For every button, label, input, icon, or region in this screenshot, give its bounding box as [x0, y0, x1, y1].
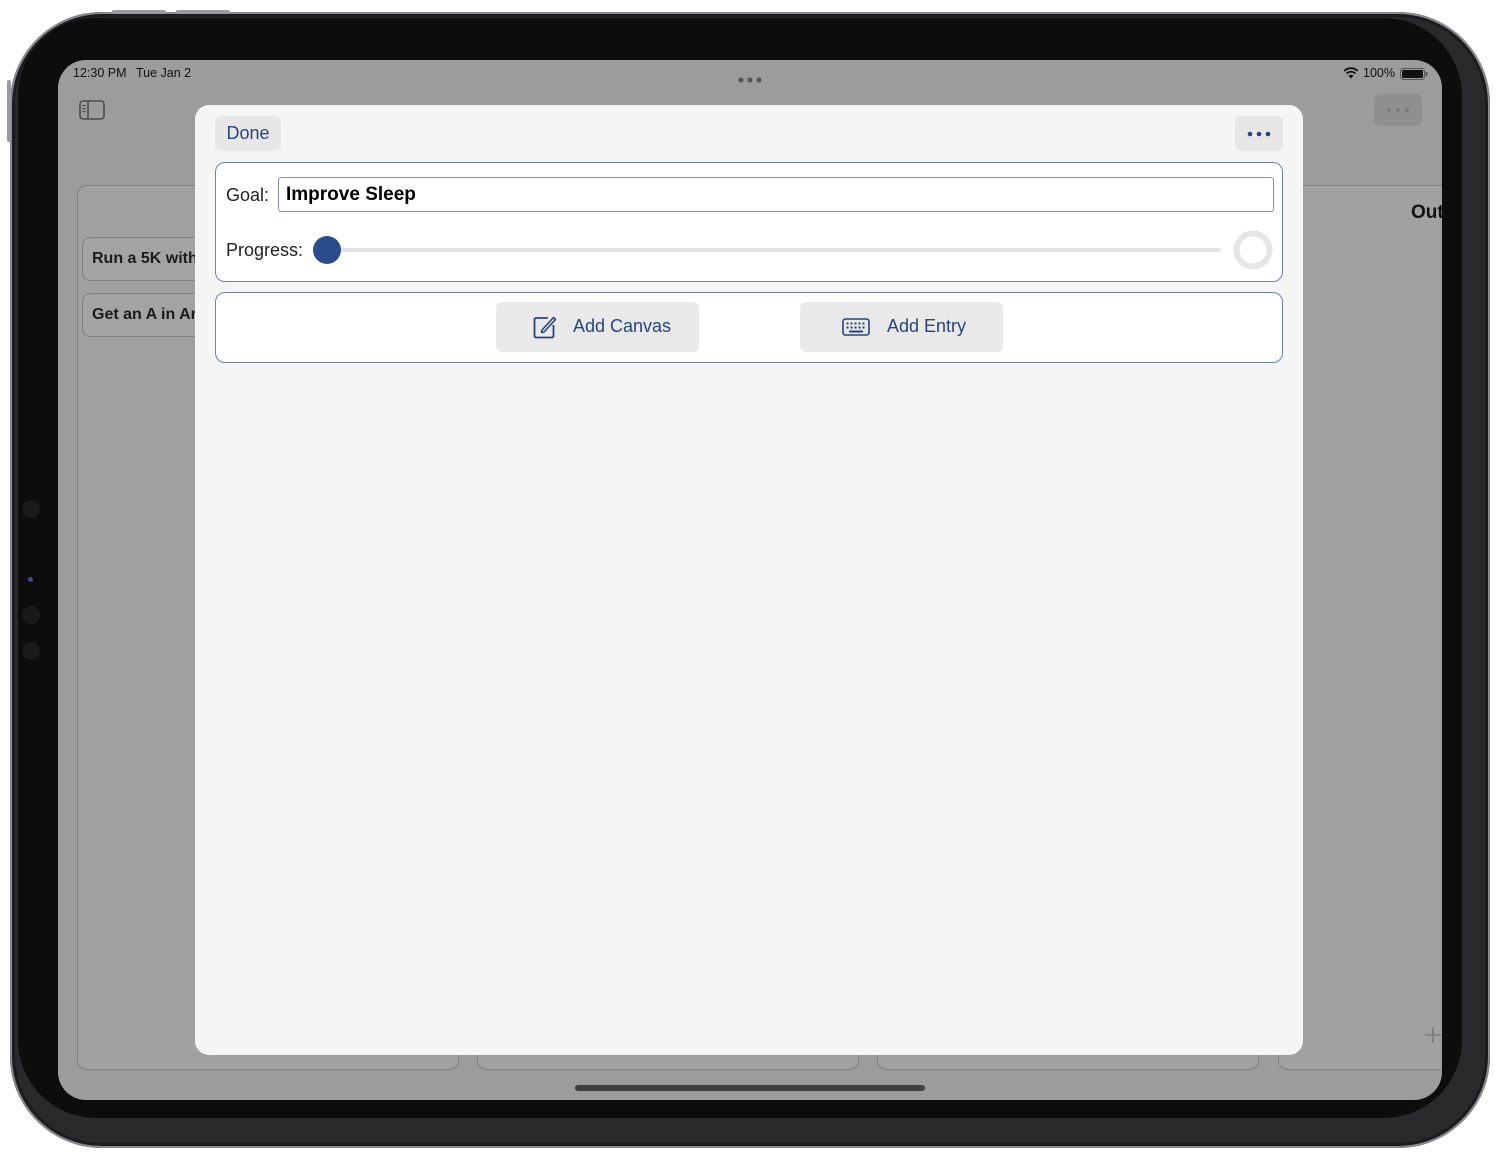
- column-heading: Out: [1411, 202, 1442, 223]
- status-date: Tue Jan 2: [136, 66, 192, 80]
- keyboard-icon: [842, 318, 870, 336]
- more-options-button[interactable]: [1235, 116, 1283, 151]
- sidebar-toggle-icon[interactable]: [79, 100, 105, 120]
- progress-label: Progress:: [226, 240, 304, 260]
- battery-percent: 100%: [1363, 66, 1395, 80]
- completion-ring-icon: [1232, 229, 1274, 271]
- add-entry-label: Add Entry: [887, 316, 967, 336]
- slider-thumb[interactable]: [313, 236, 341, 264]
- home-indicator: [575, 1085, 925, 1091]
- goal-title-input[interactable]: [278, 177, 1274, 212]
- ellipsis-icon: [1247, 131, 1271, 136]
- actions-panel: Add Canvas Add Entry: [215, 292, 1283, 363]
- goal-detail-sheet: Done Goal: Progress: Add Canvas Add: [195, 105, 1303, 1055]
- more-button-background[interactable]: [1374, 94, 1422, 126]
- slider-track: [326, 248, 1221, 252]
- add-canvas-label: Add Canvas: [573, 316, 672, 336]
- multitasking-dots-icon[interactable]: [738, 70, 762, 83]
- done-button[interactable]: Done: [215, 116, 281, 151]
- goal-panel: Goal: Progress:: [215, 162, 1283, 282]
- add-entry-button[interactable]: Add Entry: [800, 302, 1003, 352]
- wifi-icon: [1343, 66, 1359, 79]
- volume-button-top-2: [176, 10, 230, 14]
- battery-icon: [1400, 67, 1428, 80]
- power-button: [7, 80, 11, 142]
- add-canvas-button[interactable]: Add Canvas: [496, 302, 699, 352]
- magnet-dot: [22, 500, 40, 518]
- progress-slider[interactable]: [312, 235, 1224, 265]
- status-time: 12:30 PM: [73, 66, 127, 80]
- magnet-dot: [22, 642, 40, 660]
- magnet-dot: [28, 577, 33, 582]
- volume-button-top: [112, 10, 166, 14]
- goal-label: Goal:: [226, 185, 270, 205]
- magnet-dot: [22, 606, 40, 624]
- plus-icon[interactable]: [1424, 1026, 1442, 1044]
- compose-icon: [532, 314, 558, 340]
